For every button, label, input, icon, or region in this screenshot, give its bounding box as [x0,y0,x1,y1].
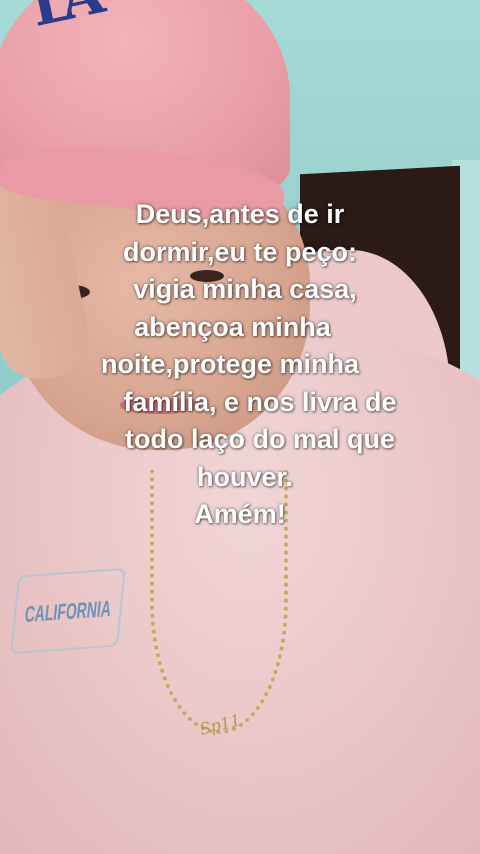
caption-text: Deus,antes de ir dormir,eu te peço: vigi… [0,196,480,534]
caption-line: houver. [196,461,294,492]
caption-line: abençoa minha [134,311,331,342]
caption-line: todo laço do mal que [124,424,395,454]
cap-logo: LA [24,0,101,40]
caption-line: noite,protege minha [100,349,360,379]
caption-line: vigia minha casa, [133,274,357,304]
hoodie-badge: CALIFORNIA [9,567,127,655]
caption-line: dormir,eu te peço: [122,236,358,267]
caption-line: família, e nos livra de [123,386,397,417]
caption-line: Deus,antes de ir [135,199,345,229]
video-frame[interactable]: LA CALIFORNIA Sp11 Deus,antes de ir dorm… [0,0,480,854]
badge-text: CALIFORNIA [23,595,113,627]
caption-line: Amém! [194,499,286,529]
